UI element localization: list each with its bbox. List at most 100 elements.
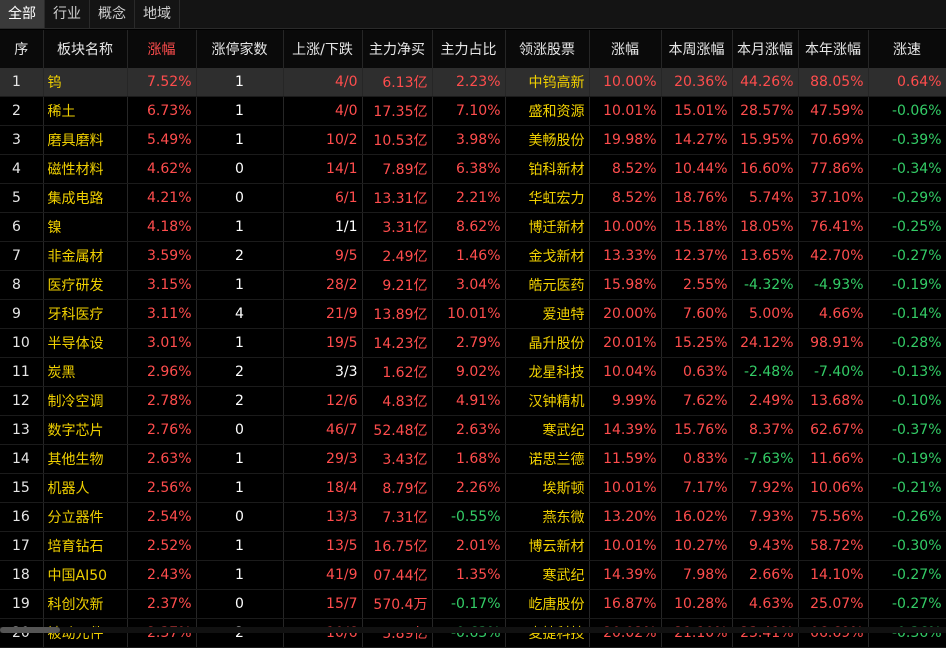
main-ratio-cell: -0.17% <box>432 589 506 619</box>
col-leading-stock-header[interactable]: 领涨股票 <box>505 30 590 68</box>
sector-change-cell: 2.56% <box>127 473 197 503</box>
week-change-cell: 10.28% <box>661 589 733 619</box>
sector-change-cell: 2.54% <box>127 502 197 532</box>
main-net-buy-cell: 07.44亿 <box>362 560 433 590</box>
table-row[interactable]: 5 集成电路 4.21% 0 6/1 13.31亿 2.21% 华虹宏力 8.52% 18.76%… <box>0 183 946 213</box>
month-change-cell: 16.60% <box>732 154 799 184</box>
sector-name-cell: 医疗研发 <box>43 270 128 300</box>
main-net-buy-cell: 5.89亿 <box>362 618 433 648</box>
year-change-cell: 25.07% <box>798 589 869 619</box>
week-change-cell: 15.76% <box>661 415 733 445</box>
table-row[interactable]: 2 稀土 6.73% 1 4/0 17.35亿 7.10% 盛和资源 10.01% 15.01% 2… <box>0 96 946 126</box>
month-change-cell: 13.65% <box>732 241 799 271</box>
week-change-cell: 0.83% <box>661 444 733 474</box>
main-ratio-cell: 2.23% <box>432 68 506 97</box>
row-index-cell: 10 <box>0 328 44 358</box>
week-change-cell: 15.25% <box>661 328 733 358</box>
tab-concept[interactable]: 概念 <box>90 0 135 28</box>
table-row[interactable]: 13 数字芯片 2.76% 0 46/7 52.48亿 2.63% 寒武纪 14.39% 15.7… <box>0 415 946 445</box>
col-index-header[interactable]: 序 <box>0 30 44 68</box>
leading-stock-cell: 皓元医药 <box>505 270 590 300</box>
main-ratio-cell: -0.63% <box>432 618 506 648</box>
col-sector-name-header[interactable]: 板块名称 <box>43 30 128 68</box>
sector-change-cell: 4.18% <box>127 212 197 242</box>
limit-up-count-cell: 1 <box>196 212 284 242</box>
tab-all[interactable]: 全部 <box>0 0 45 28</box>
leading-stock-change-cell: 14.39% <box>589 415 662 445</box>
week-change-cell: 15.01% <box>661 96 733 126</box>
col-limit-up-count-header[interactable]: 涨停家数 <box>196 30 284 68</box>
col-leading-change-header[interactable]: 涨幅 <box>589 30 662 68</box>
sector-change-cell: 2.78% <box>127 386 197 416</box>
col-week-change-header[interactable]: 本周涨幅 <box>661 30 733 68</box>
up-down-ratio-cell: 13/5 <box>283 531 363 561</box>
col-year-change-header[interactable]: 本年涨幅 <box>798 30 869 68</box>
main-net-buy-cell: 4.83亿 <box>362 386 433 416</box>
table-row[interactable]: 8 医疗研发 3.15% 1 28/2 9.21亿 3.04% 皓元医药 15.98% 2.55%… <box>0 270 946 300</box>
col-up-down-header[interactable]: 上涨/下跌 <box>283 30 363 68</box>
up-down-ratio-cell: 10/2 <box>283 125 363 155</box>
limit-up-count-cell: 0 <box>196 415 284 445</box>
table-row[interactable]: 3 磨具磨料 5.49% 1 10/2 10.53亿 3.98% 美畅股份 19.98% 14.2… <box>0 125 946 155</box>
leading-stock-change-cell: 16.87% <box>589 589 662 619</box>
sector-name-cell: 稀土 <box>43 96 128 126</box>
leading-stock-change-cell: 13.33% <box>589 241 662 271</box>
sector-table: 序板块名称 涨幅 涨停家数 上涨/下跌 主力净买 主力占比 领涨股票 涨幅 本周涨幅 本月涨幅 本年… <box>0 30 946 648</box>
limit-up-count-cell: 2 <box>196 241 284 271</box>
month-change-cell: 28.57% <box>732 96 799 126</box>
row-index-cell: 5 <box>0 183 44 213</box>
sector-name-cell: 磁性材料 <box>43 154 128 184</box>
col-month-change-header[interactable]: 本月涨幅 <box>732 30 799 68</box>
sector-change-cell: 2.43% <box>127 560 197 590</box>
main-net-buy-cell: 8.79亿 <box>362 473 433 503</box>
row-index-cell: 18 <box>0 560 44 590</box>
limit-up-count-cell: 1 <box>196 68 284 97</box>
tab-region[interactable]: 地域 <box>135 0 180 28</box>
leading-stock-cell: 博迁新材 <box>505 212 590 242</box>
speed-cell: -0.27% <box>868 560 946 590</box>
tab-industry[interactable]: 行业 <box>45 0 90 28</box>
sector-change-cell: 3.59% <box>127 241 197 271</box>
sector-change-cell: 6.73% <box>127 96 197 126</box>
limit-up-count-cell: 1 <box>196 531 284 561</box>
leading-stock-cell: 屹唐股份 <box>505 589 590 619</box>
col-main-net-buy-header[interactable]: 主力净买 <box>362 30 433 68</box>
horizontal-scrollbar[interactable] <box>0 627 946 633</box>
table-row[interactable]: 20 被动元件 2.37% 2 10/6 5.89亿 -0.63% 麦捷科技 20.02% 21.… <box>0 618 946 648</box>
leading-stock-cell: 博云新材 <box>505 531 590 561</box>
main-ratio-cell: 1.46% <box>432 241 506 271</box>
main-net-buy-cell: 17.35亿 <box>362 96 433 126</box>
speed-cell: -0.19% <box>868 444 946 474</box>
limit-up-count-cell: 1 <box>196 444 284 474</box>
table-row[interactable]: 15 机器人 2.56% 1 18/4 8.79亿 2.26% 埃斯顿 10.01% 7.17% 7… <box>0 473 946 503</box>
main-ratio-cell: 8.62% <box>432 212 506 242</box>
table-row[interactable]: 1 钨 7.52% 1 4/0 6.13亿 2.23% 中钨高新 10.00% 20.36% 44.… <box>0 68 946 97</box>
main-net-buy-cell: 14.23亿 <box>362 328 433 358</box>
col-main-ratio-header[interactable]: 主力占比 <box>432 30 506 68</box>
scrollbar-thumb[interactable] <box>0 627 60 633</box>
table-row[interactable]: 11 炭黑 2.96% 2 3/3 1.62亿 9.02% 龙星科技 10.04% 0.63% -2… <box>0 357 946 387</box>
col-speed-header[interactable]: 涨速 <box>868 30 946 68</box>
table-row[interactable]: 19 科创次新 2.37% 0 15/7 570.4万 -0.17% 屹唐股份 16.87% 10… <box>0 589 946 619</box>
speed-cell: -0.29% <box>868 183 946 213</box>
table-row[interactable]: 18 中国AI50 2.43% 1 41/9 07.44亿 1.35% 寒武纪 14.39% 7.… <box>0 560 946 590</box>
table-row[interactable]: 9 牙科医疗 3.11% 4 21/9 13.89亿 10.01% 爱迪特 20.00% 7.60… <box>0 299 946 329</box>
leading-stock-change-cell: 10.00% <box>589 68 662 97</box>
table-header: 序板块名称 涨幅 涨停家数 上涨/下跌 主力净买 主力占比 领涨股票 涨幅 本周涨幅 本月涨幅 本年… <box>0 30 946 68</box>
month-change-cell: 15.95% <box>732 125 799 155</box>
table-row[interactable]: 6 镍 4.18% 1 1/1 3.31亿 8.62% 博迁新材 10.00% 15.18% 18.… <box>0 212 946 242</box>
leading-stock-change-cell: 20.00% <box>589 299 662 329</box>
table-row[interactable]: 7 非金属材 3.59% 2 9/5 2.49亿 1.46% 金戈新材 13.33% 12.37%… <box>0 241 946 271</box>
week-change-cell: 10.44% <box>661 154 733 184</box>
col-change-header[interactable]: 涨幅 <box>127 30 197 68</box>
table-row[interactable]: 17 培育钻石 2.52% 1 13/5 16.75亿 2.01% 博云新材 10.01% 10.… <box>0 531 946 561</box>
table-row[interactable]: 4 磁性材料 4.62% 0 14/1 7.89亿 6.38% 铂科新材 8.52% 10.44%… <box>0 154 946 184</box>
up-down-ratio-cell: 41/9 <box>283 560 363 590</box>
row-index-cell: 2 <box>0 96 44 126</box>
year-change-cell: 77.86% <box>798 154 869 184</box>
table-row[interactable]: 16 分立器件 2.54% 0 13/3 7.31亿 -0.55% 燕东微 13.20% 16.0… <box>0 502 946 532</box>
table-row[interactable]: 14 其他生物 2.63% 1 29/3 3.43亿 1.68% 诺思兰德 11.59% 0.83… <box>0 444 946 474</box>
table-row[interactable]: 12 制冷空调 2.78% 2 12/6 4.83亿 4.91% 汉钟精机 9.99% 7.62%… <box>0 386 946 416</box>
table-row[interactable]: 10 半导体设 3.01% 1 19/5 14.23亿 2.79% 晶升股份 20.01% 15.… <box>0 328 946 358</box>
speed-cell: -0.10% <box>868 386 946 416</box>
